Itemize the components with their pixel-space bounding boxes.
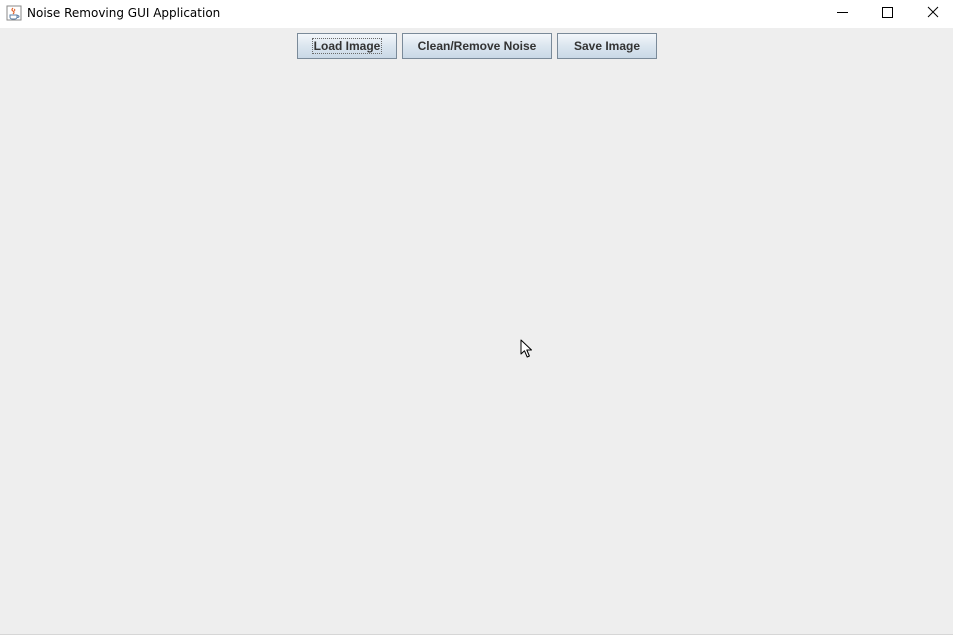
java-coffee-cup-icon	[6, 5, 22, 21]
app-window: Noise Removing GUI Application Load Imag…	[0, 0, 953, 635]
close-button[interactable]	[909, 0, 953, 28]
minimize-icon	[837, 12, 848, 13]
button-toolbar: Load Image Clean/Remove Noise Save Image	[0, 33, 953, 59]
clean-remove-noise-label: Clean/Remove Noise	[417, 39, 537, 53]
save-image-button[interactable]: Save Image	[557, 33, 657, 59]
load-image-button[interactable]: Load Image	[297, 33, 397, 59]
save-image-label: Save Image	[573, 39, 641, 53]
window-title: Noise Removing GUI Application	[27, 6, 221, 20]
close-icon	[927, 6, 939, 18]
maximize-icon	[882, 7, 893, 18]
mouse-pointer-icon	[520, 339, 532, 358]
maximize-button[interactable]	[864, 0, 910, 28]
clean-remove-noise-button[interactable]: Clean/Remove Noise	[402, 33, 552, 59]
minimize-button[interactable]	[819, 0, 865, 28]
title-bar[interactable]: Noise Removing GUI Application	[0, 0, 953, 28]
main-content-panel: Load Image Clean/Remove Noise Save Image	[0, 28, 953, 634]
load-image-label: Load Image	[311, 38, 383, 54]
